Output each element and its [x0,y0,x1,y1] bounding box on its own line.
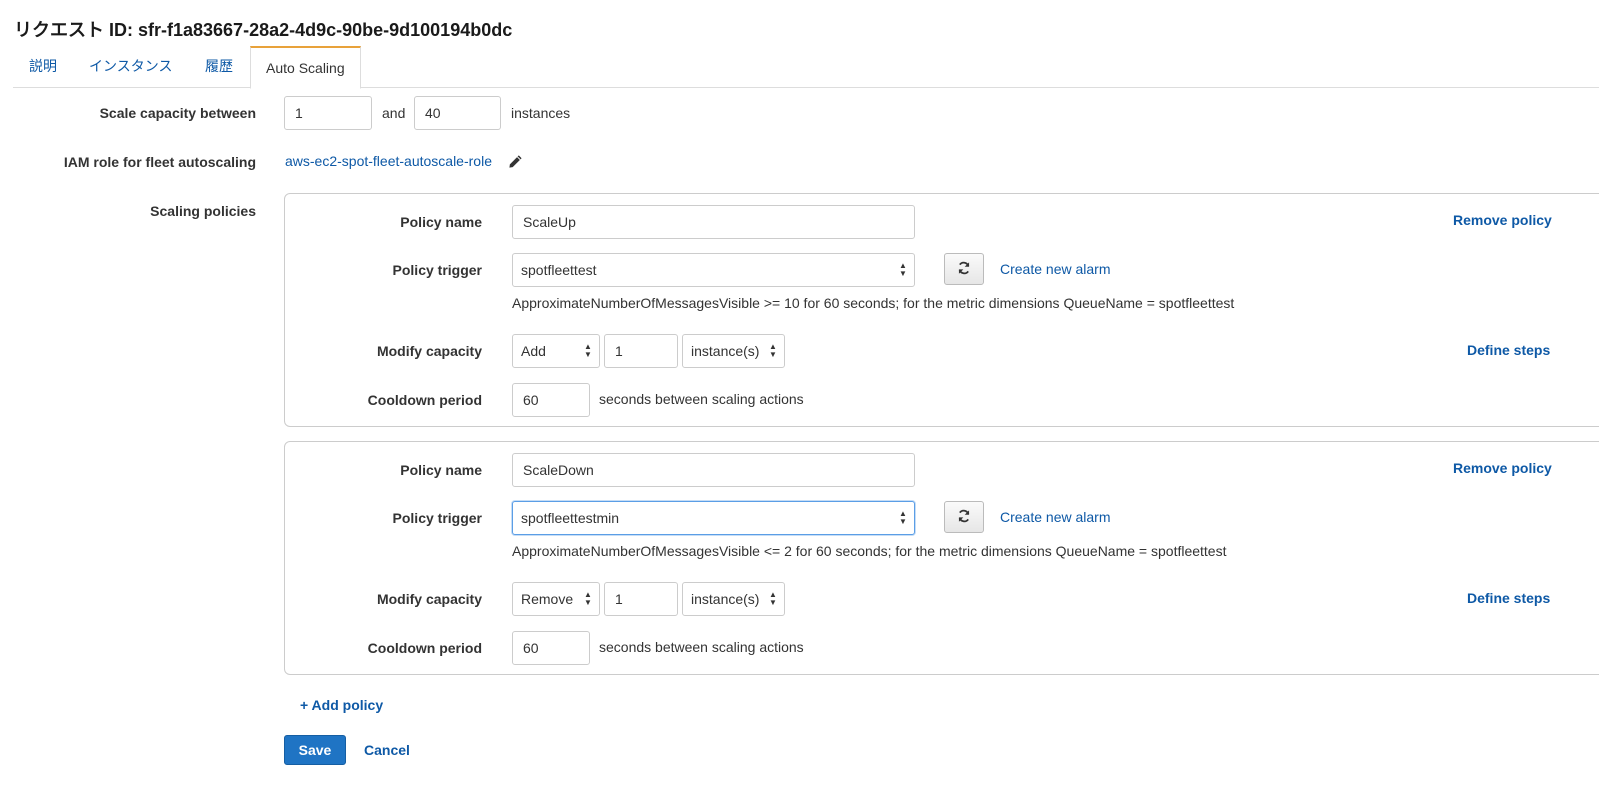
and-text: and [382,105,406,121]
policy-name-label: Policy name [400,214,482,230]
cooldown-input[interactable] [512,383,590,417]
tab-history[interactable]: 履歴 [205,46,233,88]
select-arrows-icon: ▲ ▼ [584,590,592,607]
capacity-min-input[interactable] [284,96,372,130]
tab-description[interactable]: 説明 [29,46,57,88]
cooldown-input[interactable] [512,631,590,665]
page-title: リクエスト ID: sfr-f1a83667-28a2-4d9c-90be-9d… [14,20,513,40]
policy-trigger-value: spotfleettest [521,262,597,278]
alarm-description: ApproximateNumberOfMessagesVisible <= 2 … [512,543,1227,559]
iam-role-label: IAM role for fleet autoscaling [63,154,256,170]
tab-bar: 説明 インスタンス 履歴 Auto Scaling [13,46,1599,89]
define-steps-link[interactable]: Define steps [1467,342,1550,358]
policy-trigger-label: Policy trigger [392,262,482,278]
define-steps-link[interactable]: Define steps [1467,590,1550,606]
tab-instances[interactable]: インスタンス [89,46,172,88]
remove-policy-link[interactable]: Remove policy [1453,212,1552,228]
policy-name-input[interactable] [512,205,915,239]
create-new-alarm-link[interactable]: Create new alarm [1000,509,1111,525]
remove-policy-link[interactable]: Remove policy [1453,460,1552,476]
policy-trigger-select[interactable]: spotfleettestmin ▲ ▼ [512,501,915,535]
cooldown-period-label: Cooldown period [367,392,482,408]
scale-capacity-label: Scale capacity between [99,105,256,121]
capacity-unit-select[interactable]: instance(s) ▲ ▼ [682,334,785,368]
scaling-policies-label: Scaling policies [150,203,256,219]
instances-unit-text: instances [511,105,571,121]
capacity-amount-input[interactable] [604,334,678,368]
select-arrows-icon: ▲ ▼ [769,342,777,359]
cooldown-suffix-text: seconds between scaling actions [599,639,804,655]
modify-capacity-label: Modify capacity [376,591,482,607]
add-policy-link[interactable]: + Add policy [300,697,383,713]
refresh-alarms-button[interactable] [944,501,984,533]
policy-trigger-select[interactable]: spotfleettest ▲ ▼ [512,253,915,287]
refresh-icon [957,509,971,526]
capacity-max-input[interactable] [414,96,501,130]
capacity-action-value: Add [521,343,546,359]
modify-capacity-label: Modify capacity [376,343,482,359]
policy-name-label: Policy name [400,462,482,478]
alarm-description: ApproximateNumberOfMessagesVisible >= 10… [512,295,1235,311]
cooldown-period-label: Cooldown period [367,640,482,656]
policy-card-scale-down: Policy name Remove policy Policy trigger… [284,441,1599,675]
select-arrows-icon: ▲ ▼ [584,342,592,359]
policy-card-scale-up: Policy name Remove policy Policy trigger… [284,193,1599,427]
select-arrows-icon: ▲ ▼ [899,261,907,278]
create-new-alarm-link[interactable]: Create new alarm [1000,261,1111,277]
cancel-link[interactable]: Cancel [364,742,410,758]
select-arrows-icon: ▲ ▼ [769,590,777,607]
refresh-icon [957,261,971,278]
capacity-action-value: Remove [521,591,574,607]
iam-role-link[interactable]: aws-ec2-spot-fleet-autoscale-role [285,153,492,169]
cooldown-suffix-text: seconds between scaling actions [599,391,804,407]
policy-trigger-label: Policy trigger [392,510,482,526]
capacity-unit-value: instance(s) [691,343,760,359]
policy-name-input[interactable] [512,453,915,487]
pencil-icon[interactable] [508,154,524,170]
save-button[interactable]: Save [284,735,346,765]
capacity-unit-value: instance(s) [691,591,760,607]
capacity-unit-select[interactable]: instance(s) ▲ ▼ [682,582,785,616]
tab-auto-scaling[interactable]: Auto Scaling [250,46,361,89]
capacity-action-select[interactable]: Remove ▲ ▼ [512,582,600,616]
select-arrows-icon: ▲ ▼ [899,509,907,526]
capacity-amount-input[interactable] [604,582,678,616]
refresh-alarms-button[interactable] [944,253,984,285]
policy-trigger-value: spotfleettestmin [521,510,620,526]
capacity-action-select[interactable]: Add ▲ ▼ [512,334,600,368]
